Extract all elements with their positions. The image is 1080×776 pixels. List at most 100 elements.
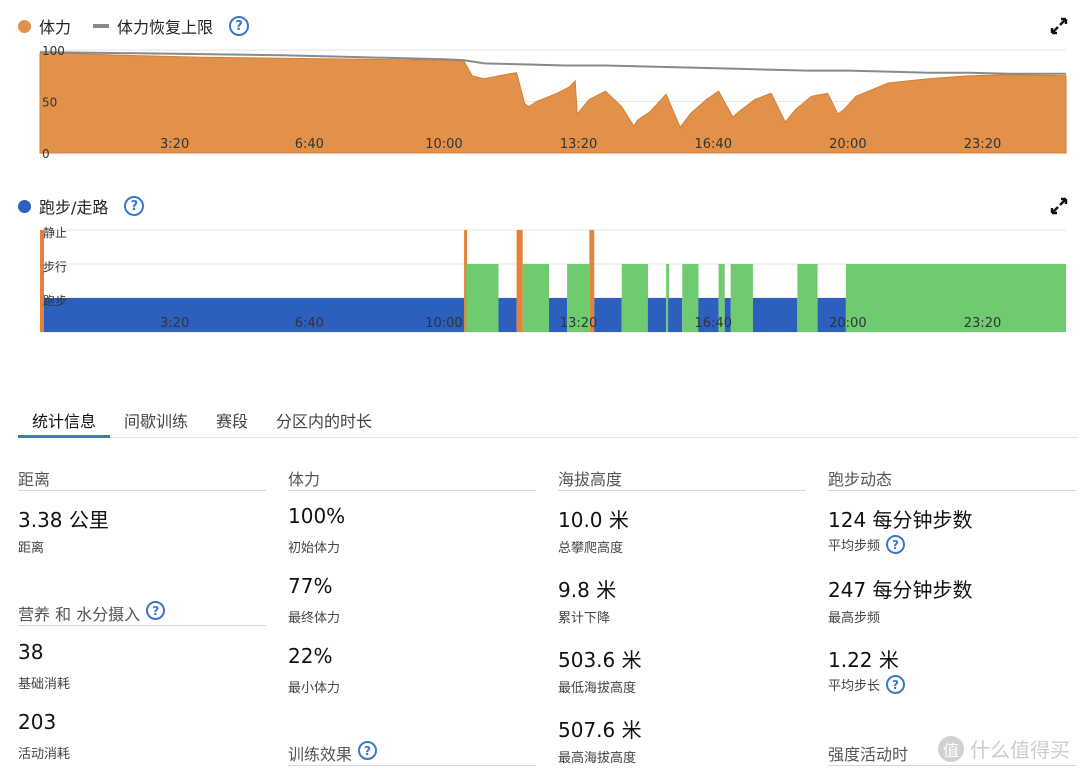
x-tick-label: 3:20 (160, 137, 189, 152)
runwalk-legend-label: 跑步/走路 (39, 198, 109, 217)
stamina-area (39, 52, 1067, 154)
x-tick-label: 6:40 (295, 137, 324, 152)
max-elevation-value: 507.6 米 (558, 718, 642, 742)
base-burn-value: 38 (18, 640, 44, 664)
avg-stride-help-icon[interactable]: ? (886, 675, 906, 694)
distance-value: 3.38 公里 (18, 508, 109, 532)
max-cadence-value: 247 每分钟步数 (828, 578, 973, 602)
min-stamina-value: 22% (288, 644, 333, 668)
base-burn-label: 基础消耗 (18, 677, 71, 692)
x-tick-label: 10:00 (425, 316, 462, 331)
stats-tabs: 统计信息 间歇训练 赛段 分区内的时长 (18, 398, 1078, 438)
x-tick-label: 10:00 (425, 137, 462, 152)
activity-segment (647, 298, 667, 332)
avg-cadence-label: 平均步频 (828, 539, 881, 554)
elevation-gain-value: 10.0 米 (558, 508, 629, 532)
start-stamina-value: 100% (288, 504, 346, 528)
y-tick-label: 100 (42, 44, 65, 58)
avg-cadence-value: 124 每分钟步数 (828, 508, 973, 532)
training-effect-help-icon[interactable]: ? (358, 741, 378, 760)
y-tick-label: 0 (42, 147, 50, 161)
y-tick-label: 50 (42, 96, 57, 110)
nutrition-head-label: 营养 和 水分摄入 (18, 605, 141, 624)
avg-stride-value: 1.22 米 (828, 648, 899, 672)
avg-cadence-label-row: 平均步频 ? (828, 535, 906, 554)
runwalk-chart: 静止步行跑步 3:20 6:40 10:00 13:20 16:40 20:00 23:20 (40, 226, 1066, 333)
stamina-legend-dot (18, 19, 31, 33)
activity-segment (594, 298, 622, 332)
expand-chart1-icon[interactable] (1050, 17, 1068, 35)
runwalk-help-icon[interactable]: ? (124, 196, 145, 216)
end-stamina-value: 77% (288, 574, 333, 598)
activity-segment (621, 264, 648, 332)
x-tick-label: 3:20 (160, 316, 189, 331)
dynamics-head-label: 跑步动态 (828, 470, 893, 489)
training-effect-label: 训练效果 (288, 745, 353, 764)
stamina-help-icon[interactable]: ? (229, 16, 250, 36)
tab-intervals[interactable]: 间歇训练 (110, 398, 202, 438)
activity-segment (498, 298, 517, 332)
runwalk-y-labels: 静止步行跑步 (43, 226, 67, 308)
state-label: 步行 (43, 260, 67, 274)
activity-segment (466, 264, 499, 332)
runwalk-segments (40, 230, 1066, 332)
min-elevation-label: 最低海拔高度 (558, 681, 637, 696)
activity-segment (522, 264, 549, 332)
end-stamina-label: 最终体力 (288, 611, 341, 626)
training-effect-head: 训练效果 ? (288, 741, 536, 766)
x-tick-label: 6:40 (295, 316, 324, 331)
distance-section-head: 距离 (18, 466, 266, 491)
nutrition-section-head: 营养 和 水分摄入 ? (18, 601, 266, 626)
avg-stride-label-row: 平均步长 ? (828, 675, 906, 694)
x-tick-label: 16:40 (695, 316, 732, 331)
x-tick-label: 13:20 (560, 137, 597, 152)
watermark-badge-icon: 值 (938, 735, 964, 762)
activity-segment (668, 298, 683, 332)
tab-statistics[interactable]: 统计信息 (18, 398, 111, 438)
stamina-head-label: 体力 (288, 470, 321, 489)
tab-segments[interactable]: 赛段 (202, 398, 262, 438)
x-tick-label: 20:00 (829, 316, 866, 331)
min-stamina-label: 最小体力 (288, 681, 341, 696)
distance-label: 距离 (18, 541, 45, 556)
elevation-head-label: 海拔高度 (558, 470, 623, 489)
activity-segment (44, 298, 465, 332)
expand-chart2-icon[interactable] (1050, 197, 1068, 215)
watermark-text: 什么值得买 (970, 738, 1070, 762)
max-elevation-label: 最高海拔高度 (558, 751, 637, 766)
limit-legend-label: 体力恢复上限 (117, 18, 214, 37)
stamina-legend: 体力 体力恢复上限 ? (18, 14, 250, 38)
activity-segment (797, 264, 818, 332)
active-burn-value: 203 (18, 710, 57, 734)
activity-segment (752, 298, 798, 332)
runwalk-legend: 跑步/走路 ? (18, 194, 145, 218)
activity-segment (40, 230, 44, 332)
stamina-section-head: 体力 (288, 466, 536, 491)
x-tick-label: 20:00 (829, 137, 866, 152)
state-label: 静止 (43, 226, 67, 240)
tab-time-in-zones[interactable]: 分区内的时长 (262, 398, 386, 438)
dynamics-section-head: 跑步动态 (828, 466, 1076, 491)
watermark: 值 什么值得买 (938, 734, 1070, 763)
state-label: 跑步 (43, 294, 67, 308)
intensity-minutes-label: 强度活动时 (828, 745, 909, 764)
activity-segment (516, 230, 523, 332)
avg-stride-label: 平均步长 (828, 679, 881, 694)
stamina-chart: 100 50 0 3:20 6:40 10:00 13:20 16:40 20:00 23:20 (39, 44, 1067, 161)
x-tick-label: 23:20 (964, 137, 1001, 152)
start-stamina-label: 初始体力 (288, 541, 341, 556)
x-tick-label: 13:20 (560, 316, 597, 331)
nutrition-help-icon[interactable]: ? (146, 601, 166, 620)
max-cadence-label: 最高步频 (828, 611, 881, 626)
elevation-gain-label: 总攀爬高度 (558, 541, 624, 556)
avg-cadence-help-icon[interactable]: ? (886, 535, 906, 554)
runwalk-legend-dot (18, 199, 31, 213)
limit-legend-swatch (93, 24, 110, 28)
stamina-legend-label: 体力 (39, 18, 72, 37)
activity-segment (845, 264, 1066, 332)
min-elevation-value: 503.6 米 (558, 648, 642, 672)
active-burn-label: 活动消耗 (18, 747, 71, 762)
elevation-section-head: 海拔高度 (558, 466, 806, 491)
x-tick-label: 23:20 (964, 316, 1001, 331)
elevation-loss-value: 9.8 米 (558, 578, 617, 602)
